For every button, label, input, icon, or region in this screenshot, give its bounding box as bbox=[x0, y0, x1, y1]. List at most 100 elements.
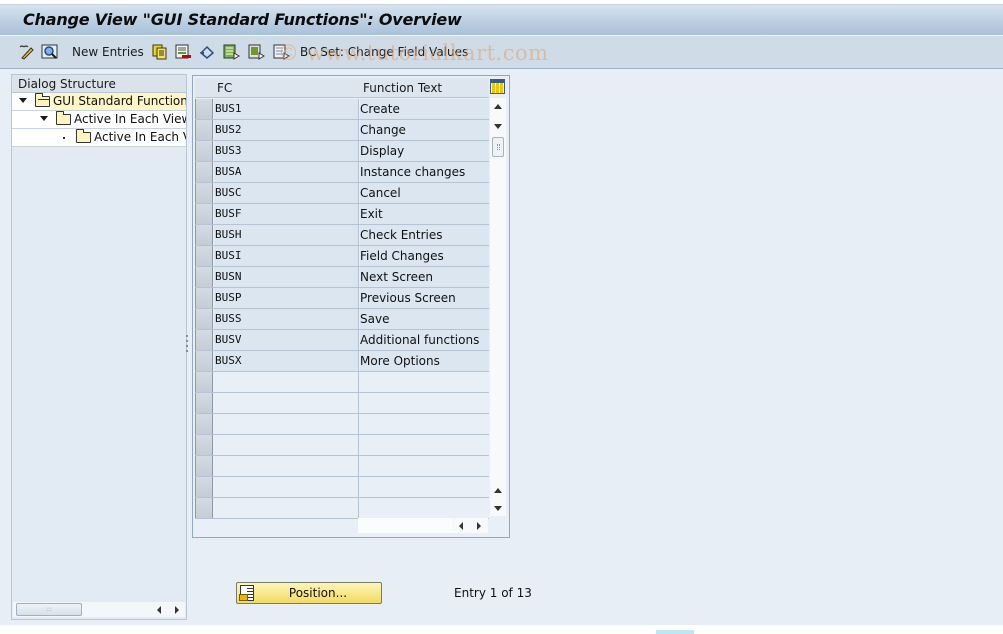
page-up-icon[interactable] bbox=[494, 488, 502, 493]
row-selector[interactable] bbox=[195, 204, 213, 224]
cell-function-text[interactable]: More Options bbox=[360, 351, 489, 371]
cell-function-text[interactable] bbox=[360, 477, 489, 497]
cell-function-text[interactable] bbox=[360, 393, 489, 413]
table-vertical-scrollbar[interactable] bbox=[490, 98, 506, 516]
row-selector[interactable] bbox=[195, 183, 213, 203]
cell-function-text[interactable]: Save bbox=[360, 309, 489, 329]
expand-triangle-icon[interactable] bbox=[19, 98, 27, 103]
select-block-button[interactable] bbox=[247, 42, 265, 62]
row-selector[interactable] bbox=[195, 288, 213, 308]
tree-horizontal-scrollbar[interactable]: ::: bbox=[13, 602, 185, 617]
cell-function-text[interactable]: Previous Screen bbox=[360, 288, 489, 308]
scroll-left-icon[interactable] bbox=[459, 522, 463, 530]
tree-node-label[interactable]: Active In Each View bbox=[74, 112, 186, 126]
scroll-right-icon[interactable] bbox=[175, 606, 179, 614]
cell-fc[interactable]: BUS3 bbox=[214, 141, 359, 161]
cell-function-text[interactable]: Field Changes bbox=[360, 246, 489, 266]
tree-node-active-in-each-view[interactable]: Active In Each View bbox=[12, 111, 186, 129]
cell-fc[interactable]: BUSC bbox=[214, 183, 359, 203]
row-selector[interactable] bbox=[195, 309, 213, 329]
row-selector[interactable] bbox=[195, 498, 213, 518]
display-change-button[interactable] bbox=[18, 42, 36, 62]
cell-fc[interactable] bbox=[214, 414, 359, 434]
cell-fc[interactable]: BUSP bbox=[214, 288, 359, 308]
tree-node-gui-standard-functions[interactable]: GUI Standard Functions bbox=[12, 93, 186, 111]
cell-fc[interactable] bbox=[214, 477, 359, 497]
scroll-right-icon[interactable] bbox=[477, 522, 481, 530]
cell-fc[interactable] bbox=[214, 456, 359, 476]
cell-function-text[interactable]: Exit bbox=[360, 204, 489, 224]
row-selector[interactable] bbox=[195, 330, 213, 350]
cell-fc[interactable]: BUSN bbox=[214, 267, 359, 287]
scroll-down-icon[interactable] bbox=[494, 124, 502, 129]
cell-function-text[interactable]: Additional functions bbox=[360, 330, 489, 350]
column-header-function-text[interactable]: Function Text bbox=[360, 78, 489, 98]
row-selector[interactable] bbox=[195, 372, 213, 392]
cell-function-text[interactable]: Cancel bbox=[360, 183, 489, 203]
cell-fc[interactable] bbox=[214, 498, 359, 518]
row-selector[interactable] bbox=[195, 267, 213, 287]
splitter-handle[interactable] bbox=[186, 335, 189, 357]
row-selector[interactable] bbox=[195, 99, 213, 119]
position-button[interactable]: Position... bbox=[236, 582, 382, 604]
expand-triangle-icon[interactable] bbox=[40, 116, 48, 121]
cell-fc[interactable]: BUSI bbox=[214, 246, 359, 266]
scroll-up-icon[interactable] bbox=[494, 104, 502, 109]
table-row: BUSN Next Screen bbox=[195, 267, 489, 288]
dialog-structure-panel: Dialog Structure GUI Standard Functions … bbox=[11, 74, 187, 620]
row-selector[interactable] bbox=[195, 225, 213, 245]
cell-fc[interactable]: BUS2 bbox=[214, 120, 359, 140]
row-selector[interactable] bbox=[195, 456, 213, 476]
cell-fc[interactable]: BUS1 bbox=[214, 99, 359, 119]
cell-function-text[interactable]: Instance changes bbox=[360, 162, 489, 182]
row-selector[interactable] bbox=[195, 393, 213, 413]
cell-fc[interactable] bbox=[214, 372, 359, 392]
table-horizontal-scrollbar[interactable] bbox=[358, 518, 488, 533]
bc-set-change-field-values-button[interactable]: BC Set: Change Field Values bbox=[300, 42, 468, 62]
column-header-fc[interactable]: FC bbox=[214, 78, 359, 98]
scrollbar-thumb[interactable] bbox=[492, 137, 504, 157]
delete-button[interactable] bbox=[174, 42, 192, 62]
find-button[interactable] bbox=[41, 42, 59, 62]
cell-fc[interactable] bbox=[214, 393, 359, 413]
cell-function-text[interactable] bbox=[360, 435, 489, 455]
position-button-label: Position... bbox=[288, 586, 348, 600]
row-selector[interactable] bbox=[195, 246, 213, 266]
select-all-button[interactable] bbox=[222, 42, 240, 62]
cell-function-text[interactable]: Check Entries bbox=[360, 225, 489, 245]
row-selector[interactable] bbox=[195, 120, 213, 140]
copy-as-button[interactable] bbox=[151, 42, 169, 62]
cell-fc[interactable]: BUSH bbox=[214, 225, 359, 245]
new-entries-button[interactable]: New Entries bbox=[72, 42, 144, 62]
undo-change-button[interactable] bbox=[198, 42, 216, 62]
cell-function-text[interactable] bbox=[360, 372, 489, 392]
tree-node-active-in-each-view-sub[interactable]: Active In Each Vi bbox=[12, 129, 186, 147]
row-selector[interactable] bbox=[195, 162, 213, 182]
deselect-all-button[interactable] bbox=[272, 42, 290, 62]
cell-function-text[interactable] bbox=[360, 456, 489, 476]
row-selector[interactable] bbox=[195, 414, 213, 434]
cell-fc[interactable] bbox=[214, 435, 359, 455]
cell-fc[interactable]: BUSX bbox=[214, 351, 359, 371]
cell-function-text[interactable]: Next Screen bbox=[360, 267, 489, 287]
cell-fc[interactable]: BUSA bbox=[214, 162, 359, 182]
row-selector[interactable] bbox=[195, 141, 213, 161]
scrollbar-track[interactable] bbox=[358, 518, 452, 533]
cell-fc[interactable]: BUSV bbox=[214, 330, 359, 350]
scroll-left-icon[interactable] bbox=[157, 606, 161, 614]
cell-function-text[interactable]: Change bbox=[360, 120, 489, 140]
cell-function-text[interactable] bbox=[360, 414, 489, 434]
tree-node-label[interactable]: GUI Standard Functions bbox=[53, 94, 186, 108]
cell-fc[interactable]: BUSS bbox=[214, 309, 359, 329]
table-settings-icon[interactable] bbox=[490, 79, 505, 94]
row-selector[interactable] bbox=[195, 477, 213, 497]
cell-fc[interactable]: BUSF bbox=[214, 204, 359, 224]
row-selector[interactable] bbox=[195, 435, 213, 455]
row-selector[interactable] bbox=[195, 351, 213, 371]
cell-function-text[interactable] bbox=[360, 498, 489, 518]
cell-function-text[interactable]: Display bbox=[360, 141, 489, 161]
tree-node-label[interactable]: Active In Each Vi bbox=[94, 130, 186, 144]
cell-function-text[interactable]: Create bbox=[360, 99, 489, 119]
page-down-icon[interactable] bbox=[494, 506, 502, 511]
scrollbar-thumb[interactable]: ::: bbox=[16, 603, 82, 616]
